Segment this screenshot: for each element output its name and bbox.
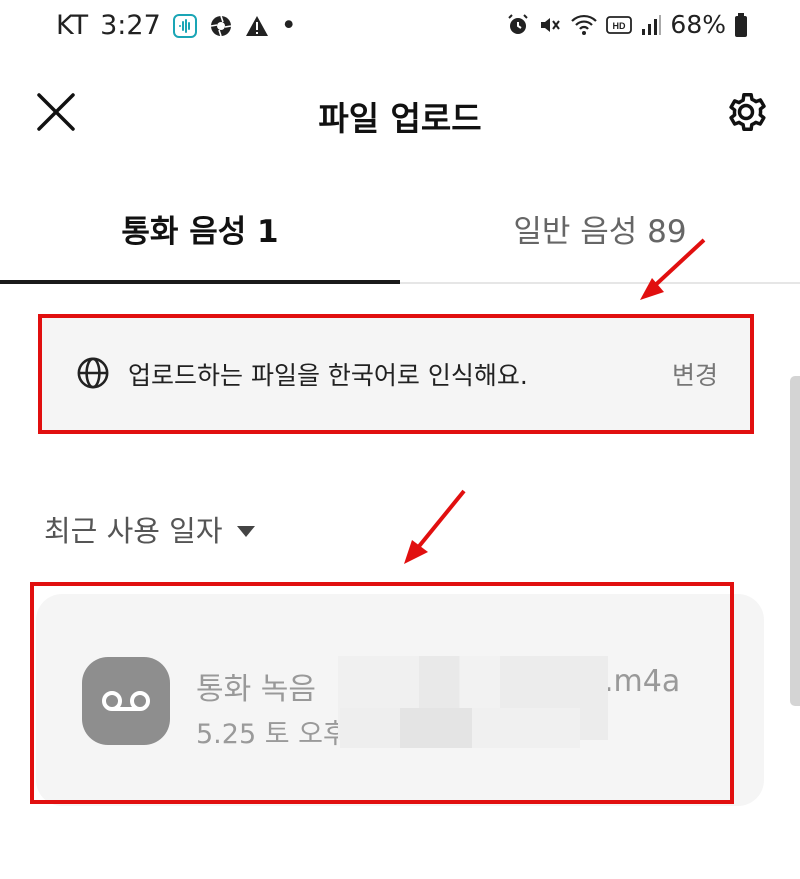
change-language-button[interactable]: 변경 <box>672 356 718 392</box>
mute-icon <box>538 13 562 37</box>
app-header: 파일 업로드 <box>0 70 800 160</box>
gear-icon <box>729 93 766 131</box>
warning-icon <box>245 15 269 37</box>
wifi-icon <box>570 13 598 37</box>
active-tab-indicator <box>0 280 400 284</box>
alarm-icon <box>506 13 530 37</box>
settings-button[interactable] <box>718 84 774 140</box>
aperture-icon <box>209 14 233 38</box>
tab-general-voice[interactable]: 일반 음성 89 <box>400 184 800 284</box>
page-title: 파일 업로드 <box>318 99 482 138</box>
tab-call-voice[interactable]: 통화 음성 1 <box>0 184 400 284</box>
status-bar: KT 3:27 • HD 68% <box>0 0 800 56</box>
hd-icon: HD <box>606 14 633 36</box>
globe-icon <box>77 357 109 389</box>
sort-dropdown[interactable]: 최근 사용 일자 <box>44 508 255 550</box>
carrier-label: KT <box>56 10 89 41</box>
tab-bar: 통화 음성 1 일반 음성 89 <box>0 184 800 284</box>
caret-down-icon <box>236 525 255 537</box>
annotation-arrow-file <box>404 489 466 564</box>
scrollbar[interactable] <box>790 376 800 706</box>
language-notice-text: 업로드하는 파일을 한국어로 인식해요. <box>128 361 528 390</box>
highlight-box-file <box>30 582 734 804</box>
language-notice: 업로드하는 파일을 한국어로 인식해요. 변경 <box>38 314 754 434</box>
notification-dot: • <box>280 10 297 41</box>
voice-recorder-icon <box>172 13 197 38</box>
sort-label: 최근 사용 일자 <box>44 514 223 548</box>
battery-icon <box>734 12 748 38</box>
signal-icon <box>640 13 662 37</box>
clock: 3:27 <box>100 10 161 41</box>
svg-text:HD: HD <box>613 21 626 31</box>
battery-percent: 68% <box>670 10 726 39</box>
